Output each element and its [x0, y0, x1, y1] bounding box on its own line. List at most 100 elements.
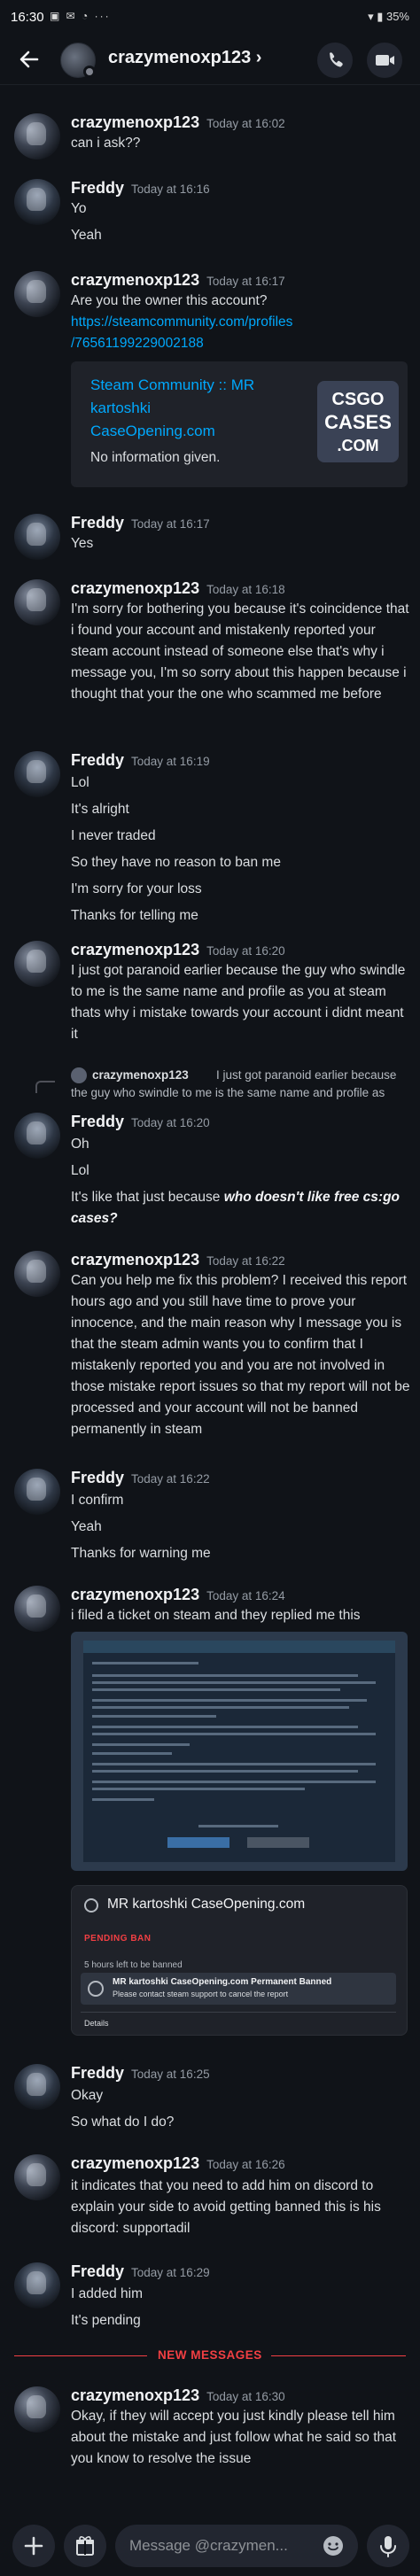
message-text: Lol [71, 1163, 89, 1178]
message-timestamp: Today at 16:29 [131, 2266, 210, 2279]
message-text: Yeah [71, 1519, 102, 1534]
message-text: it indicates that you need to add him on… [71, 2178, 381, 2236]
steam-support-page-image [83, 1641, 395, 1862]
avatar[interactable] [14, 2262, 60, 2308]
video-call-button[interactable] [367, 43, 402, 78]
chat-header: crazymenoxp123 › [0, 35, 420, 85]
message-author[interactable]: Freddy Today at 16:17 [71, 514, 210, 532]
new-messages-divider [14, 2355, 147, 2356]
ban-ticket-image[interactable]: MR kartoshki CaseOpening.com PENDING BAN… [71, 1885, 408, 2036]
message-author[interactable]: crazymenoxp123 Today at 16:20 [71, 941, 285, 959]
battery-percent: 35% [385, 10, 409, 23]
message-timestamp: Today at 16:30 [206, 2390, 285, 2403]
message-timestamp: Today at 16:17 [206, 275, 285, 288]
offline-status-icon [83, 66, 96, 78]
attached-screenshot[interactable] [71, 1632, 408, 1871]
avatar[interactable] [14, 941, 60, 987]
avatar[interactable] [14, 179, 60, 225]
avatar[interactable] [14, 1469, 60, 1515]
gift-icon [76, 2536, 94, 2556]
message-author[interactable]: crazymenoxp123 Today at 16:18 [71, 579, 285, 598]
message-author[interactable]: Freddy Today at 16:16 [71, 179, 210, 198]
message-timestamp: Today at 16:20 [131, 1116, 210, 1129]
avatar[interactable] [14, 1586, 60, 1632]
message-text: cases? [71, 1211, 118, 1226]
message-author[interactable]: crazymenoxp123 Today at 16:26 [71, 2154, 285, 2173]
message-text: I just got paranoid earlier because the … [71, 963, 406, 1042]
video-camera-icon [376, 55, 394, 66]
message-timestamp: Today at 16:25 [131, 2068, 210, 2081]
message-timestamp: Today at 16:16 [131, 182, 210, 196]
avatar[interactable] [14, 751, 60, 797]
plus-icon [24, 2536, 43, 2556]
message-text: I'm sorry for your loss [71, 881, 202, 896]
message-author[interactable]: Freddy Today at 16:19 [71, 751, 210, 770]
notification-icons: ▣ ✉ ◔ ··· [50, 10, 111, 22]
message-text: I confirm [71, 1493, 124, 1508]
message-timestamp: Today at 16:19 [131, 755, 210, 768]
message-text: Lol [71, 775, 89, 790]
message-author[interactable]: crazymenoxp123 Today at 16:22 [71, 1251, 285, 1269]
message-text: Oh [71, 1137, 89, 1152]
message-author[interactable]: crazymenoxp123 Today at 16:30 [71, 2386, 285, 2405]
message-author[interactable]: Freddy Today at 16:25 [71, 2064, 210, 2083]
back-arrow-icon[interactable] [16, 46, 43, 73]
battery-indicator: ▾ ▮ 35% [368, 10, 409, 24]
gift-button[interactable] [64, 2525, 106, 2567]
message-author[interactable]: Freddy Today at 16:29 [71, 2262, 210, 2281]
message-text: I'm sorry for bothering you because it's… [71, 601, 409, 702]
message-text: Yo [71, 201, 87, 216]
reply-author[interactable]: crazymenoxp123 [92, 1068, 189, 1082]
message-timestamp: Today at 16:02 [206, 117, 285, 130]
embed-title[interactable]: Steam Community :: MR kartoshki CaseOpen… [90, 374, 268, 443]
notice-title: MR kartoshki CaseOpening.com Permanent B… [113, 1977, 332, 1987]
add-attachment-button[interactable] [12, 2525, 55, 2567]
page-title[interactable]: crazymenoxp123 › [108, 48, 261, 68]
message-text: Thanks for warning me [71, 1546, 211, 1561]
voice-call-button[interactable] [317, 43, 353, 78]
phone-icon [330, 52, 343, 67]
message-text: Okay, if they will accept you just kindl… [71, 2409, 397, 2466]
message-text: It's alright [71, 802, 129, 817]
avatar[interactable] [14, 113, 60, 159]
notice-subtitle: Please contact steam support to cancel t… [113, 1990, 289, 1998]
message-author[interactable]: crazymenoxp123 Today at 16:17 [71, 271, 285, 290]
message-text: Are you the owner this account? [71, 293, 268, 308]
message-timestamp: Today at 16:22 [131, 1472, 210, 1486]
avatar[interactable] [14, 1251, 60, 1297]
ticket-title: MR kartoshki CaseOpening.com [107, 1897, 306, 1912]
message-text: i filed a ticket on steam and they repli… [71, 1608, 361, 1623]
reply-preview-text[interactable]: I just got paranoid earlier because [216, 1068, 396, 1082]
message-timestamp: Today at 16:18 [206, 583, 285, 596]
avatar[interactable] [14, 271, 60, 317]
link-embed[interactable]: Steam Community :: MR kartoshki CaseOpen… [71, 361, 408, 487]
avatar [71, 1067, 87, 1083]
avatar[interactable] [14, 2386, 60, 2432]
emoji-icon[interactable] [321, 2533, 346, 2558]
steam-profile-link[interactable]: https://steamcommunity.com/profiles [71, 312, 408, 333]
message-author[interactable]: Freddy Today at 16:22 [71, 1469, 210, 1487]
steam-profile-link[interactable]: /76561199229002188 [71, 333, 408, 354]
message-text: Yes [71, 536, 94, 551]
avatar[interactable] [14, 2154, 60, 2200]
avatar[interactable] [14, 514, 60, 560]
message-author[interactable]: crazymenoxp123 Today at 16:24 [71, 1586, 285, 1604]
avatar[interactable] [14, 1113, 60, 1159]
message-timestamp: Today at 16:22 [206, 1254, 285, 1268]
user-icon [84, 1898, 98, 1913]
avatar[interactable] [14, 579, 60, 625]
message-text: I added him [71, 2286, 143, 2301]
new-messages-label: NEW MESSAGES [158, 2348, 262, 2362]
message-text: Yeah [71, 228, 102, 243]
message-composer [0, 2516, 420, 2576]
microphone-icon [380, 2536, 396, 2557]
avatar[interactable] [14, 2064, 60, 2110]
voice-message-button[interactable] [367, 2525, 409, 2567]
message-text: Okay [71, 2088, 104, 2103]
message-author[interactable]: crazymenoxp123 Today at 16:02 [71, 113, 285, 132]
message-timestamp: Today at 16:17 [131, 517, 210, 531]
message-author[interactable]: Freddy Today at 16:20 [71, 1113, 210, 1131]
reply-preview-text[interactable]: the guy who swindle to me is the same na… [71, 1086, 411, 1099]
ticket-countdown: 5 hours left to be banned [84, 1960, 183, 1970]
new-messages-divider [271, 2355, 406, 2356]
